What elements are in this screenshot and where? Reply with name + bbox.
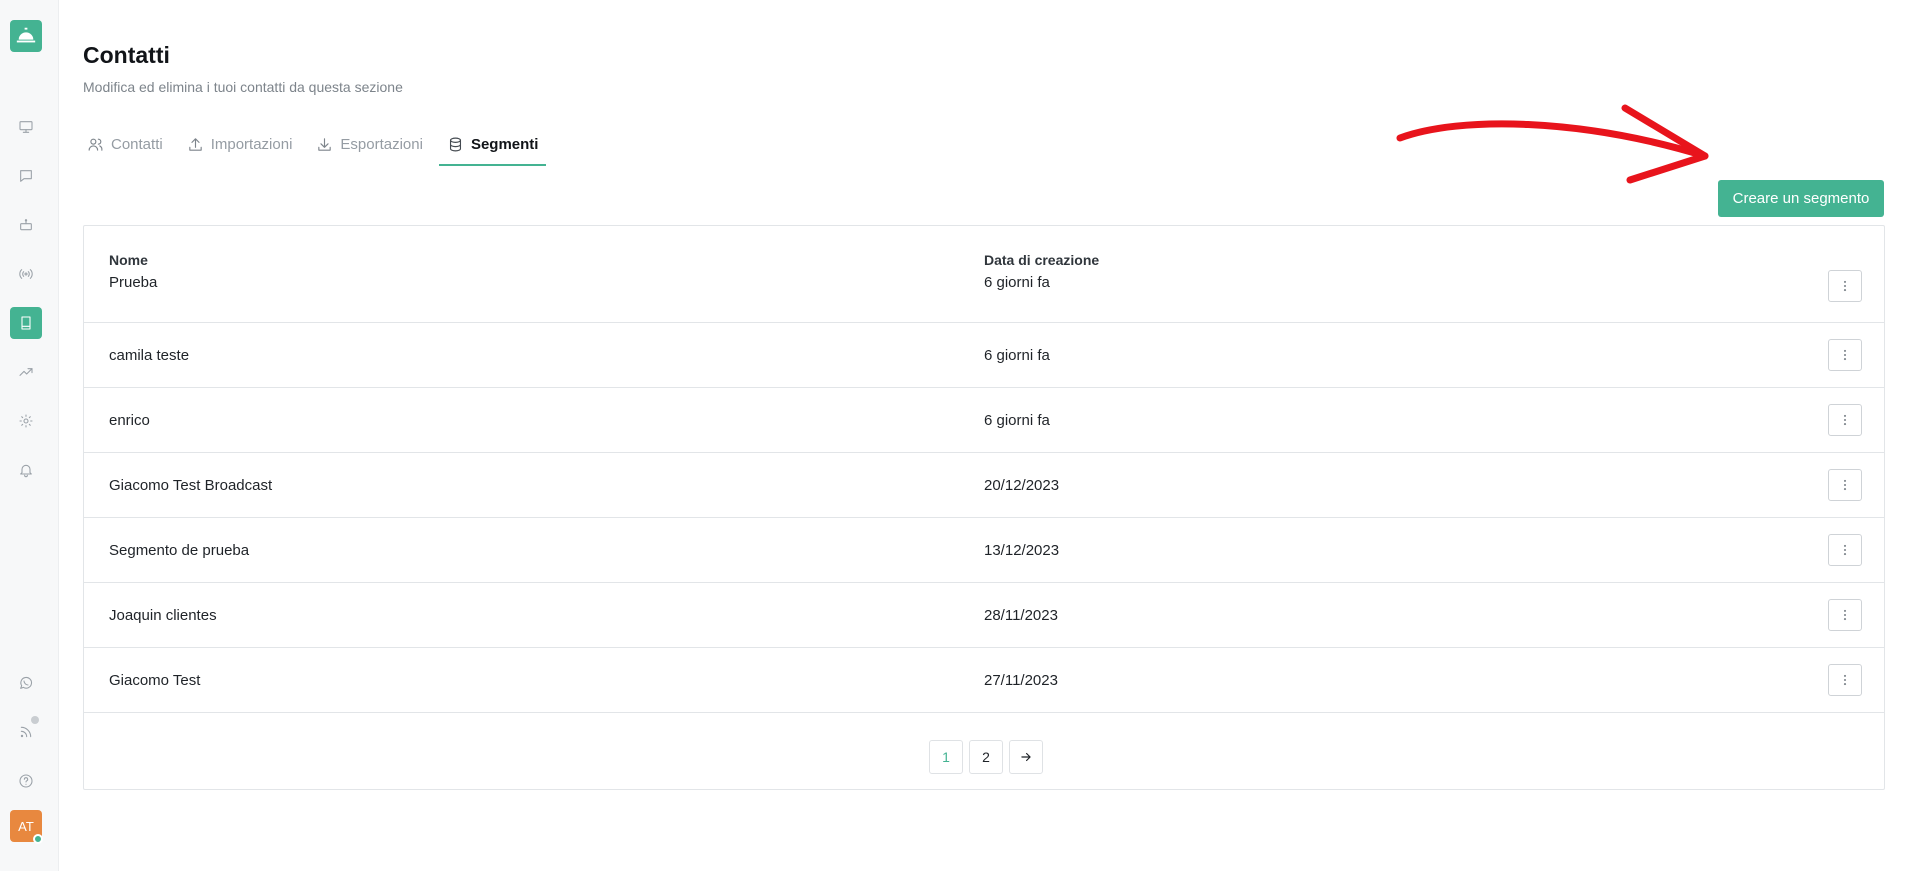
sidebar-item-settings[interactable] (10, 405, 42, 437)
more-vertical-icon (1843, 609, 1847, 621)
table-row[interactable]: camila teste 6 giorni fa (84, 323, 1884, 388)
segment-created: 6 giorni fa (984, 347, 1050, 364)
tab-label: Importazioni (210, 135, 293, 153)
sidebar-item-whatsapp[interactable] (10, 667, 42, 699)
segment-name: Joaquin clientes (109, 607, 217, 624)
more-vertical-icon (1843, 674, 1847, 686)
create-segment-button[interactable]: Creare un segmento (1718, 180, 1884, 217)
more-vertical-icon (1843, 349, 1847, 361)
row-menu-button[interactable] (1828, 599, 1862, 631)
page-title: Contatti (83, 42, 170, 68)
rss-status-dot (31, 716, 39, 724)
page-button-2[interactable]: 2 (969, 740, 1003, 774)
tab-segmenti[interactable]: Segmenti (438, 122, 546, 166)
bot-icon (20, 219, 32, 231)
red-arrow-annotation (1396, 104, 1709, 184)
more-vertical-icon (1843, 280, 1847, 292)
help-icon (19, 774, 33, 788)
page-subtitle: Modifica ed elimina i tuoi contatti da q… (83, 79, 403, 95)
users-icon (88, 138, 103, 151)
segment-created: 27/11/2023 (984, 672, 1058, 689)
segment-name: Giacomo Test (109, 672, 201, 689)
row-menu-button[interactable] (1828, 469, 1862, 501)
segments-table: Nome Data di creazione Prueba 6 giorni f… (83, 225, 1885, 790)
bell-icon (20, 464, 32, 478)
sidebar-item-chat[interactable] (10, 160, 42, 192)
settings-gear-icon (19, 414, 33, 428)
tab-label: Segmenti (470, 135, 539, 153)
sidebar-item-analytics[interactable] (10, 356, 42, 388)
table-row[interactable]: Prueba 6 giorni fa (84, 258, 1884, 323)
row-menu-button[interactable] (1828, 534, 1862, 566)
rss-icon (20, 726, 32, 738)
segment-name: Giacomo Test Broadcast (109, 477, 273, 494)
trend-chart-icon (19, 368, 33, 376)
segment-created: 28/11/2023 (984, 607, 1058, 624)
monitor-icon (19, 121, 33, 133)
sidebar-item-broadcast[interactable] (10, 258, 42, 290)
row-menu-button[interactable] (1828, 664, 1862, 696)
row-menu-button[interactable] (1828, 270, 1862, 302)
online-status-dot (33, 834, 43, 844)
segment-created: 13/12/2023 (984, 542, 1060, 559)
tab-contatti[interactable]: Contatti (83, 122, 167, 166)
table-row[interactable]: Giacomo Test 27/11/2023 (84, 648, 1884, 713)
more-vertical-icon (1843, 414, 1847, 426)
more-vertical-icon (1843, 479, 1847, 491)
table-row[interactable]: Segmento de prueba 13/12/2023 (84, 518, 1884, 583)
sidebar: AT (0, 0, 59, 871)
next-page-button[interactable] (1009, 740, 1043, 774)
contacts-book-icon (21, 316, 31, 330)
tab-bar: Contatti Importazioni Esportazioni Segme… (83, 122, 558, 166)
table-row[interactable]: enrico 6 giorni fa (84, 388, 1884, 453)
segment-name: Segmento de prueba (109, 542, 250, 559)
page-button-1[interactable]: 1 (929, 740, 963, 774)
tab-importazioni[interactable]: Importazioni (183, 122, 297, 166)
segment-created: 6 giorni fa (984, 412, 1050, 429)
app-logo[interactable] (10, 20, 42, 52)
row-menu-button[interactable] (1828, 339, 1862, 371)
segment-created: 6 giorni fa (984, 274, 1050, 291)
row-menu-button[interactable] (1828, 404, 1862, 436)
segment-created: 20/12/2023 (984, 477, 1060, 494)
whatsapp-icon (20, 676, 33, 689)
table-row[interactable]: Giacomo Test Broadcast 20/12/2023 (84, 453, 1884, 518)
chat-icon (20, 170, 32, 182)
segment-name: enrico (109, 412, 150, 429)
segment-name: camila teste (109, 347, 190, 364)
pagination: 1 2 (929, 740, 1043, 774)
sidebar-item-monitor[interactable] (10, 111, 42, 143)
tab-label: Esportazioni (340, 135, 423, 153)
download-icon (318, 137, 332, 151)
sidebar-item-notifications[interactable] (10, 454, 42, 486)
broadcast-icon (19, 269, 33, 279)
sidebar-item-contacts[interactable] (10, 307, 42, 339)
sidebar-item-bot[interactable] (10, 209, 42, 241)
tab-esportazioni[interactable]: Esportazioni (312, 122, 427, 166)
arrow-right-icon (1021, 752, 1031, 762)
database-icon (449, 137, 461, 151)
sidebar-item-help[interactable] (10, 765, 42, 797)
upload-icon (188, 137, 202, 151)
table-row[interactable]: Joaquin clientes 28/11/2023 (84, 583, 1884, 648)
service-bell-icon (16, 27, 36, 43)
more-vertical-icon (1843, 544, 1847, 556)
tab-label: Contatti (111, 135, 163, 153)
segment-name: Prueba (109, 274, 158, 291)
